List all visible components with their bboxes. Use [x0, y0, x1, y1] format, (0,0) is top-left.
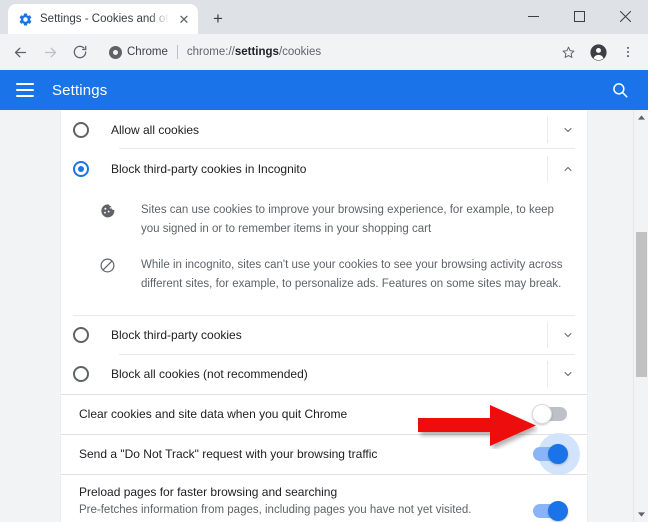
scrollbar-thumb[interactable]: [636, 232, 647, 377]
incognito-details: Sites can use cookies to improve your br…: [61, 188, 587, 315]
radio-row-block-third-party-incognito[interactable]: Block third-party cookies in Incognito: [61, 149, 587, 188]
tab-title: Settings - Cookies and other site: [40, 13, 169, 25]
scroll-up-arrow-icon[interactable]: [634, 110, 648, 125]
setting-texts: Preload pages for faster browsing and se…: [79, 485, 533, 522]
toggle-do-not-track[interactable]: [533, 433, 580, 475]
new-tab-button[interactable]: +: [204, 5, 232, 33]
scroll-down-arrow-icon[interactable]: [634, 507, 648, 522]
setting-title-preload-pages: Preload pages for faster browsing and se…: [79, 484, 338, 499]
radio-button-block-third-party-incognito[interactable]: [73, 160, 89, 177]
cookies-settings-card: Allow all cookies Block third-party cook…: [60, 110, 588, 522]
annotation-arrow-icon: [418, 405, 538, 449]
chrome-icon: [109, 45, 122, 59]
radio-label-block-third-party-cookies: Block third-party cookies: [111, 328, 242, 342]
close-icon[interactable]: ✕: [176, 11, 192, 27]
toggle-knob: [548, 501, 568, 522]
omnibox-url: chrome://settings/cookies: [187, 46, 321, 58]
radio-row-block-third-party-cookies[interactable]: Block third-party cookies: [61, 316, 587, 355]
omnibox-divider: [176, 45, 178, 59]
profile-avatar-icon[interactable]: [584, 38, 612, 66]
settings-content: Allow all cookies Block third-party cook…: [0, 110, 648, 522]
toggle-preload-pages[interactable]: [533, 501, 568, 522]
setting-title-do-not-track: Send a "Do Not Track" request with your …: [79, 447, 378, 461]
url-suffix: /cookies: [278, 46, 322, 58]
reload-icon[interactable]: [66, 38, 94, 66]
expand-chevron-down-icon-third-party[interactable]: [547, 322, 587, 348]
toggle-clear-cookies-on-quit[interactable]: [532, 404, 567, 424]
gear-icon: [18, 12, 33, 27]
site-identity-chip[interactable]: Chrome: [109, 45, 168, 59]
hamburger-menu-icon[interactable]: [16, 83, 34, 97]
detail-text-incognito: While in incognito, sites can't use your…: [141, 259, 563, 290]
detail-text-cookies: Sites can use cookies to improve your br…: [141, 204, 554, 235]
url-prefix: chrome://: [186, 46, 235, 58]
vertical-scrollbar[interactable]: [633, 110, 648, 522]
cookie-icon: [95, 201, 119, 238]
setting-row-preload-pages[interactable]: Preload pages for faster browsing and se…: [61, 475, 587, 522]
back-icon[interactable]: [6, 38, 34, 66]
radio-label-allow-all-cookies: Allow all cookies: [111, 122, 200, 137]
omnibox-chip-text: Chrome: [127, 46, 168, 58]
radio-row-allow-all-cookies[interactable]: Allow all cookies: [61, 110, 587, 149]
expand-chevron-down-icon-allow-all[interactable]: [547, 116, 587, 143]
radio-label-block-all-cookies: Block all cookies (not recommended): [111, 367, 308, 381]
bookmark-star-icon[interactable]: [554, 38, 582, 66]
close-window-icon[interactable]: [602, 0, 648, 32]
search-icon[interactable]: [608, 78, 632, 102]
radio-button-block-all-cookies[interactable]: [73, 366, 89, 382]
tab-strip: Settings - Cookies and other site ✕ +: [0, 0, 648, 34]
minimize-icon[interactable]: [510, 0, 556, 32]
browser-toolbar: Chrome chrome://settings/cookies: [0, 34, 648, 70]
browser-window: Settings - Cookies and other site ✕ +: [0, 0, 648, 522]
radio-row-block-all-cookies[interactable]: Block all cookies (not recommended): [61, 355, 587, 394]
browser-tab[interactable]: Settings - Cookies and other site ✕: [8, 4, 198, 34]
setting-sub-preload-pages: Pre-fetches information from pages, incl…: [79, 503, 472, 516]
expand-chevron-down-icon-block-all[interactable]: [547, 361, 587, 387]
block-icon: [95, 256, 119, 293]
url-bold-part: settings: [234, 46, 279, 58]
address-bar[interactable]: Chrome chrome://settings/cookies: [101, 39, 547, 65]
radio-button-block-third-party-cookies[interactable]: [73, 327, 89, 343]
detail-item-cookies: Sites can use cookies to improve your br…: [73, 192, 575, 247]
window-controls: [510, 0, 648, 32]
setting-texts: Send a "Do Not Track" request with your …: [79, 447, 533, 461]
chrome-menu-icon[interactable]: [614, 38, 642, 66]
detail-item-incognito: While in incognito, sites can't use your…: [73, 247, 575, 302]
toggle-knob: [548, 444, 568, 464]
radio-button-allow-all-cookies[interactable]: [73, 121, 89, 138]
page-title: Settings: [52, 81, 108, 99]
radio-label-block-third-party-incognito: Block third-party cookies in Incognito: [111, 161, 307, 176]
collapse-chevron-up-icon-incognito[interactable]: [547, 155, 587, 182]
settings-header: Settings: [0, 70, 648, 110]
maximize-icon[interactable]: [556, 0, 602, 32]
forward-icon[interactable]: [36, 38, 64, 66]
